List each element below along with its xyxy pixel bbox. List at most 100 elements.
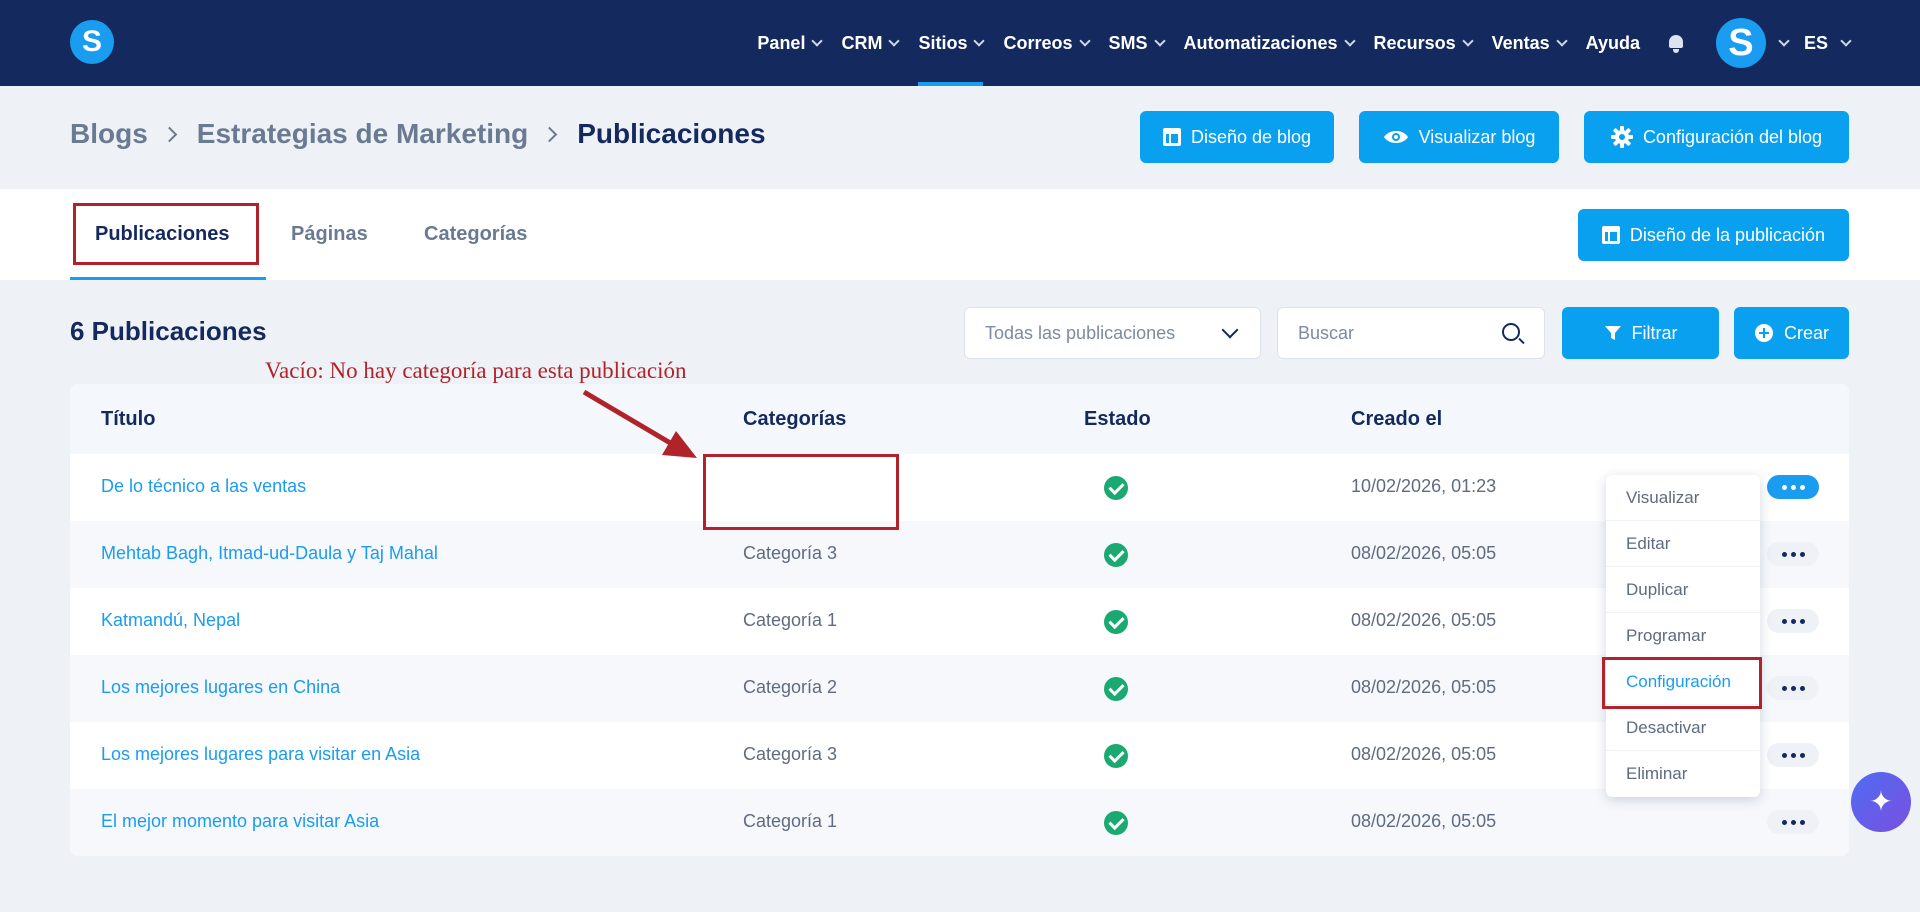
annotation-text: Vacío: No hay categoría para esta public… [265,358,687,383]
button-label: Configuración del blog [1642,126,1823,147]
menu-item-eliminar[interactable]: Eliminar [1606,751,1760,797]
post-created-date: 10/02/2026, 01:23 [1351,476,1497,496]
dot [1781,484,1787,490]
chevron-down-icon [1153,34,1166,47]
table-row: Los mejores lugares en China Categoría 2… [70,655,1849,722]
row-actions-button[interactable] [1767,609,1819,633]
avatar-menu-toggle[interactable] [1772,0,1790,86]
chevron-down-icon [1343,34,1356,47]
menu-item-editar[interactable]: Editar [1606,521,1760,567]
nav-item-recursos[interactable]: Recursos [1373,0,1474,86]
post-title-link[interactable]: Katmandú, Nepal [101,610,240,631]
nav-label: Automatizaciones [1183,32,1338,53]
active-tab-indicator [70,277,266,280]
nav-item-ventas[interactable]: Ventas [1492,0,1568,86]
row-actions-button[interactable] [1767,743,1819,767]
post-created-date: 08/02/2026, 05:05 [1351,744,1497,764]
search-input[interactable] [1278,308,1478,358]
filter-icon [1604,326,1621,340]
post-design-button[interactable]: Diseño de la publicación [1578,209,1849,261]
filter-button[interactable]: Filtrar [1562,307,1719,359]
post-title-link[interactable]: De lo técnico a las ventas [101,476,306,497]
nav-item-sitios[interactable]: Sitios [918,0,986,86]
post-title-link[interactable]: El mejor momento para visitar Asia [101,811,379,832]
breadcrumb: Blogs Estrategias de Marketing Publicaci… [70,118,766,150]
dot [1799,752,1805,758]
check-circle-icon [1104,677,1128,701]
dot [1781,752,1787,758]
annotation-box-tab [73,203,259,265]
blog-settings-button[interactable]: Configuración del blog [1584,111,1849,163]
dot [1781,618,1787,624]
column-header-title[interactable]: Título [101,408,155,431]
user-avatar[interactable]: S [1715,18,1766,68]
gear-icon [1610,126,1633,148]
post-title-link[interactable]: Mehtab Bagh, Itmad-ud-Daula y Taj Mahal [101,543,438,564]
row-actions-button[interactable] [1767,475,1819,499]
nav-label: Recursos [1373,32,1456,53]
app-logo[interactable]: S [70,20,114,64]
column-header-categories[interactable]: Categorías [743,408,846,431]
button-label: Diseño de blog [1190,126,1312,147]
tab-categorias[interactable]: Categorías [424,189,527,280]
tab-paginas[interactable]: Páginas [291,189,368,280]
post-category: Categoría 3 [743,543,838,563]
chevron-down-icon [1461,34,1474,47]
menu-item-duplicar[interactable]: Duplicar [1606,567,1760,613]
table-row: Los mejores lugares para visitar en Asia… [70,722,1849,789]
menu-item-desactivar[interactable]: Desactivar [1606,705,1760,751]
row-actions-button[interactable] [1767,810,1819,834]
table-header: Título Categorías Estado Creado el [70,384,1849,454]
row-actions-menu: Visualizar Editar Duplicar Programar Con… [1606,475,1760,797]
post-created-date: 08/02/2026, 05:05 [1351,811,1497,831]
row-actions-button[interactable] [1767,542,1819,566]
nav-item-automatizaciones[interactable]: Automatizaciones [1183,0,1356,86]
menu-item-programar[interactable]: Programar [1606,613,1760,659]
check-circle-icon [1104,610,1128,634]
column-header-status[interactable]: Estado [1084,408,1151,431]
breadcrumb-item-blogs[interactable]: Blogs [70,118,148,150]
chevron-down-icon [973,34,986,47]
bell-icon[interactable] [1666,33,1686,53]
dot [1781,819,1787,825]
post-title-link[interactable]: Los mejores lugares para visitar en Asia [101,744,420,765]
sparkle-icon[interactable]: ✦ [1851,772,1911,832]
nav-item-panel[interactable]: Panel [757,0,824,86]
post-created-date: 08/02/2026, 05:05 [1351,543,1497,563]
column-header-created[interactable]: Creado el [1351,408,1442,431]
posts-filter-select[interactable]: Todas las publicaciones [964,307,1261,359]
dot [1790,685,1796,691]
post-created-date: 08/02/2026, 05:05 [1351,677,1497,697]
nav-item-correos[interactable]: Correos [1003,0,1091,86]
table-row: El mejor momento para visitar Asia Categ… [70,789,1849,856]
nav-item-crm[interactable]: CRM [841,0,901,86]
chevron-down-icon [1078,34,1091,47]
post-category: Categoría 1 [743,811,838,831]
view-blog-button[interactable]: Visualizar blog [1359,111,1559,163]
language-selector[interactable]: ES [1804,0,1852,86]
nav-item-sms[interactable]: SMS [1109,0,1166,86]
dot [1790,752,1796,758]
check-circle-icon [1104,543,1128,567]
dot [1799,551,1805,557]
nav-label: Sitios [918,32,968,53]
button-label: Diseño de la publicación [1629,224,1826,245]
nav-item-ayuda[interactable]: Ayuda [1586,0,1640,86]
select-value: Todas las publicaciones [985,323,1176,343]
check-circle-icon [1104,811,1128,835]
eye-icon [1383,131,1408,143]
row-actions-button[interactable] [1767,676,1819,700]
chevron-down-icon [1221,321,1239,339]
nav-label: Panel [757,32,806,53]
dot [1781,685,1787,691]
blog-design-button[interactable]: Diseño de blog [1140,111,1334,163]
search-icon[interactable] [1502,323,1520,341]
breadcrumb-item-blog[interactable]: Estrategias de Marketing [197,118,528,150]
menu-item-visualizar[interactable]: Visualizar [1606,475,1760,521]
create-button[interactable]: Crear [1734,307,1849,359]
chevron-down-icon [1555,34,1568,47]
post-created-date: 08/02/2026, 05:05 [1351,610,1497,630]
post-title-link[interactable]: Los mejores lugares en China [101,677,340,698]
nav-label: Correos [1003,32,1073,53]
dot [1799,819,1805,825]
